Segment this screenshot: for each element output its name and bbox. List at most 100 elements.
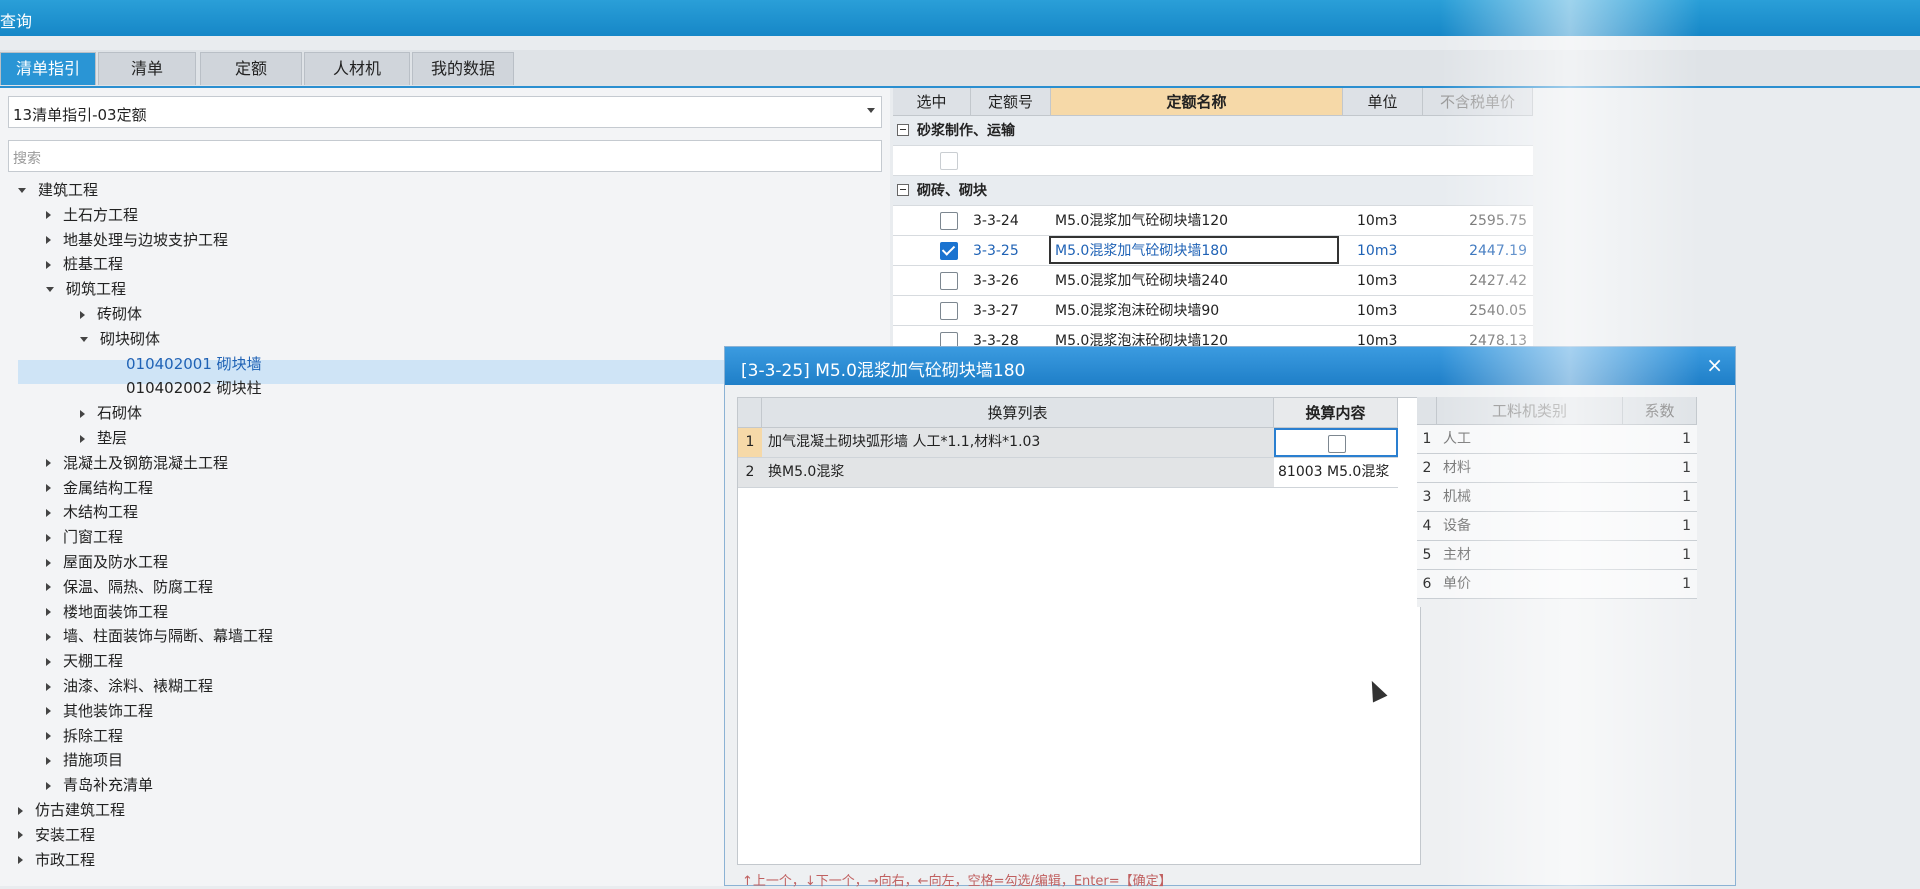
expand-closed-icon[interactable] — [46, 732, 51, 741]
tree-node[interactable]: 木结构工程 — [46, 500, 138, 524]
col-unit[interactable]: 单位 — [1343, 88, 1423, 116]
tree-node[interactable]: 青岛补充清单 — [46, 773, 153, 797]
tree-node[interactable]: 砌块砌体 — [80, 327, 160, 351]
tab-my-data[interactable]: 我的数据 — [412, 52, 514, 85]
table-row[interactable]: 3-3-27 M5.0混浆泡沫砼砌块墙90 10m3 2540.05 — [893, 296, 1533, 326]
tree-node[interactable]: 石砌体 — [80, 401, 142, 425]
collapse-icon[interactable] — [897, 124, 909, 136]
search-input[interactable]: 搜索 — [8, 140, 882, 172]
tree-node[interactable]: 010402002 砌块柱 — [126, 376, 262, 400]
row-checkbox[interactable] — [940, 272, 958, 290]
chevron-down-icon[interactable] — [867, 108, 875, 113]
col-quota-code[interactable]: 定额号 — [971, 88, 1051, 116]
expand-closed-icon[interactable] — [80, 434, 85, 443]
expand-closed-icon[interactable] — [46, 533, 51, 542]
expand-closed-icon[interactable] — [18, 831, 23, 840]
table-row[interactable] — [893, 146, 1533, 176]
expand-closed-icon[interactable] — [46, 484, 51, 493]
conversion-row[interactable]: 2 换M5.0混浆 81003 M5.0混浆 — [738, 458, 1398, 488]
expand-closed-icon[interactable] — [46, 558, 51, 567]
conversion-content[interactable]: 81003 M5.0混浆 — [1274, 458, 1398, 487]
tree-node[interactable]: 楼地面装饰工程 — [46, 600, 168, 624]
tree-node[interactable]: 措施项目 — [46, 748, 123, 772]
price-cell: 2447.19 — [1469, 243, 1527, 259]
expand-closed-icon[interactable] — [46, 608, 51, 617]
expand-closed-icon[interactable] — [46, 756, 51, 765]
row-checkbox[interactable] — [940, 242, 958, 260]
tree-node[interactable]: 保温、隔热、防腐工程 — [46, 575, 213, 599]
tab-list-guide[interactable]: 清单指引 — [0, 52, 96, 85]
col-coefficient[interactable]: 系数 — [1623, 397, 1697, 425]
col-selected[interactable]: 选中 — [893, 88, 971, 116]
col-conversion-content[interactable]: 换算内容 — [1274, 398, 1398, 428]
tree-node[interactable]: 市政工程 — [18, 848, 95, 872]
expand-closed-icon[interactable] — [80, 310, 85, 319]
tree-node[interactable]: 010402001 砌块墙 — [126, 352, 262, 376]
conversion-content[interactable] — [1274, 428, 1398, 457]
tab-quota[interactable]: 定额 — [200, 52, 302, 85]
expand-closed-icon[interactable] — [46, 236, 51, 245]
expand-closed-icon[interactable] — [46, 632, 51, 641]
conversion-checkbox[interactable] — [1328, 435, 1346, 453]
table-row[interactable]: 3-3-25 M5.0混浆加气砼砌块墙180 10m3 2447.19 — [893, 236, 1533, 266]
col-conversion-list[interactable]: 换算列表 — [762, 398, 1274, 428]
coefficient-row[interactable]: 1 人工 1 — [1417, 425, 1697, 454]
guide-selector[interactable]: 13清单指引-03定额 — [8, 96, 882, 128]
tree-node[interactable]: 墙、柱面装饰与隔断、幕墙工程 — [46, 624, 273, 648]
tree-node[interactable]: 金属结构工程 — [46, 476, 153, 500]
tree-node[interactable]: 安装工程 — [18, 823, 95, 847]
expand-closed-icon[interactable] — [80, 409, 85, 418]
tree-node[interactable]: 油漆、涂料、裱糊工程 — [46, 674, 213, 698]
group-row[interactable]: 砂浆制作、运输 — [893, 116, 1533, 146]
tab-list[interactable]: 清单 — [98, 52, 196, 85]
expand-open-icon[interactable] — [46, 287, 54, 293]
tree-node[interactable]: 地基处理与边坡支护工程 — [46, 228, 228, 252]
expand-open-icon[interactable] — [80, 336, 88, 342]
tab-labor-material-machine[interactable]: 人材机 — [304, 52, 410, 85]
group-row[interactable]: 砌砖、砌块 — [893, 176, 1533, 206]
row-checkbox[interactable] — [940, 152, 958, 170]
col-category[interactable]: 工料机类别 — [1437, 397, 1623, 425]
row-checkbox[interactable] — [940, 212, 958, 230]
expand-closed-icon[interactable] — [46, 682, 51, 691]
expand-closed-icon[interactable] — [46, 211, 51, 220]
expand-closed-icon[interactable] — [18, 856, 23, 865]
expand-open-icon[interactable] — [18, 188, 26, 193]
tree-node[interactable]: 门窗工程 — [46, 525, 123, 549]
tree-node[interactable]: 垫层 — [80, 426, 127, 450]
tree-node[interactable]: 土石方工程 — [46, 203, 138, 227]
tree-node[interactable]: 其他装饰工程 — [46, 699, 153, 723]
expand-closed-icon[interactable] — [18, 806, 23, 815]
tree-node[interactable]: 桩基工程 — [46, 252, 123, 276]
expand-closed-icon[interactable] — [46, 657, 51, 666]
tree-node[interactable]: 拆除工程 — [46, 724, 123, 748]
tree-node[interactable]: 仿古建筑工程 — [18, 798, 125, 822]
table-row[interactable]: 3-3-24 M5.0混浆加气砼砌块墙120 10m3 2595.75 — [893, 206, 1533, 236]
conversion-item: 加气混凝土砌块弧形墙 人工*1.1,材料*1.03 — [768, 434, 1041, 450]
coefficient-row[interactable]: 2 材料 1 — [1417, 454, 1697, 483]
tree-node[interactable]: 天棚工程 — [46, 649, 123, 673]
expand-closed-icon[interactable] — [46, 583, 51, 592]
coefficient-row[interactable]: 5 主材 1 — [1417, 541, 1697, 570]
col-quota-name[interactable]: 定额名称 — [1051, 88, 1343, 116]
collapse-icon[interactable] — [897, 184, 909, 196]
tree-node[interactable]: 砖砌体 — [80, 302, 142, 326]
expand-closed-icon[interactable] — [46, 260, 51, 269]
conversion-row[interactable]: 1 加气混凝土砌块弧形墙 人工*1.1,材料*1.03 — [738, 428, 1398, 458]
coefficient-row[interactable]: 6 单价 1 — [1417, 570, 1697, 599]
row-checkbox[interactable] — [940, 302, 958, 320]
expand-closed-icon[interactable] — [46, 508, 51, 517]
tree-node[interactable]: 混凝土及钢筋混凝土工程 — [46, 451, 228, 475]
col-price-excl-tax[interactable]: 不含税单价 — [1423, 88, 1533, 116]
expand-closed-icon[interactable] — [46, 781, 51, 790]
coefficient-row[interactable]: 3 机械 1 — [1417, 483, 1697, 512]
tree-node[interactable]: 建筑工程 — [18, 178, 98, 202]
table-row[interactable]: 3-3-26 M5.0混浆加气砼砌块墙240 10m3 2427.42 — [893, 266, 1533, 296]
tree-node[interactable]: 屋面及防水工程 — [46, 550, 168, 574]
category-name: 人工 — [1443, 431, 1471, 447]
expand-closed-icon[interactable] — [46, 707, 51, 716]
expand-closed-icon[interactable] — [46, 459, 51, 468]
tree-node[interactable]: 砌筑工程 — [46, 277, 126, 301]
close-icon[interactable]: × — [1706, 353, 1723, 377]
coefficient-row[interactable]: 4 设备 1 — [1417, 512, 1697, 541]
